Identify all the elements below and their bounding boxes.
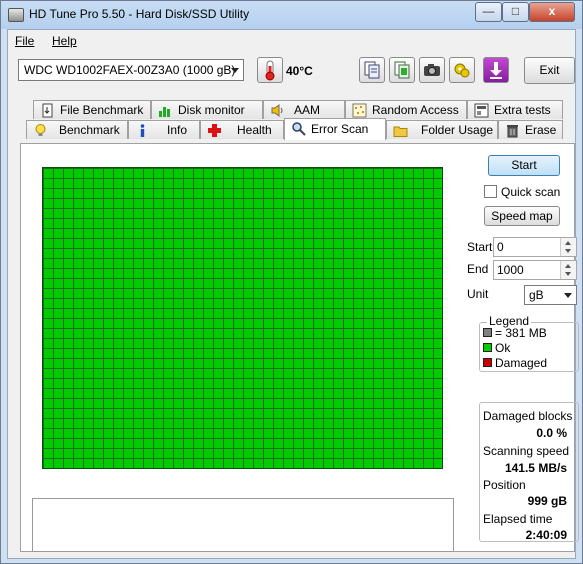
drive-select-value: WDC WD1002FAEX-00Z3A0 (1000 gB) (24, 63, 236, 77)
health-cross-icon (207, 123, 222, 138)
app-window: HD Tune Pro 5.50 - Hard Disk/SSD Utility… (0, 0, 583, 564)
temperature-icon (257, 57, 283, 83)
tab-random-access[interactable]: Random Access (345, 100, 467, 119)
copy-screenshot-icon[interactable] (389, 57, 415, 83)
tab-disk-monitor[interactable]: Disk monitor (151, 100, 263, 119)
window-title: HD Tune Pro 5.50 - Hard Disk/SSD Utility (29, 7, 250, 21)
chevron-down-icon (564, 293, 572, 298)
unit-select[interactable]: gB (524, 285, 577, 305)
file-benchmark-icon (40, 103, 55, 118)
block-map-cells (43, 168, 442, 468)
tab-erase[interactable]: Erase (498, 120, 563, 139)
client-area: File Help WDC WD1002FAEX-00Z3A0 (1000 gB… (7, 29, 579, 559)
tab-label: Disk monitor (178, 103, 245, 117)
copy-text-icon[interactable] (359, 57, 385, 83)
chevron-down-icon (231, 68, 239, 73)
save-icon[interactable] (483, 57, 509, 83)
position-value: 999 gB (527, 494, 567, 508)
tab-label: Erase (525, 123, 557, 137)
spin-arrows-icon[interactable] (560, 238, 576, 256)
spin-arrows-icon[interactable] (560, 261, 576, 279)
folder-icon (393, 123, 408, 138)
close-button[interactable]: x (529, 2, 575, 22)
tab-error-scan[interactable]: Error Scan (284, 118, 386, 140)
legend-label: Damaged (495, 356, 548, 370)
legend-item-block-size: = 381 MB (483, 326, 547, 340)
tab-extra-tests[interactable]: Extra tests (467, 100, 563, 119)
start-spinbox[interactable]: 0 (493, 237, 577, 257)
minimize-button[interactable]: — (475, 2, 502, 22)
damaged-blocks-label: Damaged blocks (483, 409, 573, 423)
drive-select[interactable]: WDC WD1002FAEX-00Z3A0 (1000 gB) (18, 59, 244, 81)
legend-item-damaged: Damaged (483, 356, 547, 370)
exit-button[interactable]: Exit (524, 57, 575, 84)
unit-select-value: gB (529, 288, 544, 302)
legend-label: Ok (495, 341, 511, 355)
temperature-value: 40°C (286, 64, 313, 78)
damaged-blocks-value: 0.0 % (536, 426, 567, 440)
error-scan-panel: Start Quick scan Speed map Start 0 End 1… (20, 143, 579, 552)
tab-label: Random Access (372, 103, 459, 117)
tab-file-benchmark[interactable]: File Benchmark (33, 100, 151, 119)
tab-label: Health (237, 123, 272, 137)
maximize-button[interactable]: □ (502, 2, 529, 22)
checkbox-box[interactable] (484, 185, 497, 198)
legend-item-ok: Ok (483, 341, 510, 355)
green-swatch-icon (483, 343, 492, 352)
tab-label: AAM (294, 103, 321, 117)
scan-log[interactable] (32, 498, 454, 552)
tab-label: File Benchmark (60, 103, 144, 117)
speaker-icon (270, 103, 285, 118)
menu-help[interactable]: Help (52, 34, 77, 48)
scanning-speed-value: 141.5 MB/s (504, 461, 567, 475)
tab-health[interactable]: Health (200, 120, 284, 139)
end-field-label: End (467, 262, 489, 276)
tab-aam[interactable]: AAM (263, 100, 345, 119)
legend-label: = 381 MB (495, 326, 547, 340)
end-spinbox-value: 1000 (497, 263, 524, 277)
magnifier-icon (291, 121, 306, 136)
tab-folder-usage[interactable]: Folder Usage (386, 120, 498, 139)
random-access-icon (352, 103, 367, 118)
tab-label: Error Scan (311, 122, 369, 136)
tab-label: Info (167, 123, 188, 137)
tab-label: Extra tests (494, 103, 551, 117)
start-spinbox-value: 0 (497, 240, 504, 254)
title-bar[interactable]: HD Tune Pro 5.50 - Hard Disk/SSD Utility… (1, 1, 582, 29)
extra-tests-icon (474, 103, 489, 118)
red-swatch-icon (483, 358, 492, 367)
tab-label: Folder Usage (421, 123, 494, 137)
menu-bar: File Help (8, 30, 575, 52)
bar-chart-icon (158, 103, 173, 118)
trash-icon (505, 123, 520, 138)
speed-map-button[interactable]: Speed map (484, 206, 560, 226)
position-label: Position (483, 478, 526, 492)
end-spinbox[interactable]: 1000 (493, 260, 577, 280)
tab-label: Benchmark (59, 123, 120, 137)
start-button[interactable]: Start (488, 155, 560, 176)
menu-file[interactable]: File (15, 34, 34, 48)
elapsed-time-label: Elapsed time (483, 512, 553, 526)
start-field-label: Start (467, 240, 493, 254)
hdtune-logo-icon (8, 8, 24, 22)
camera-icon[interactable] (419, 57, 445, 83)
tab-benchmark[interactable]: Benchmark (26, 120, 128, 139)
scanning-speed-label: Scanning speed (483, 444, 570, 458)
block-map (42, 167, 443, 469)
lightbulb-icon (33, 123, 48, 138)
elapsed-time-value: 2:40:09 (525, 528, 567, 542)
gray-swatch-icon (483, 328, 492, 337)
quick-scan-label: Quick scan (501, 185, 561, 199)
options-icon[interactable] (449, 57, 475, 83)
quick-scan-checkbox[interactable]: Quick scan (484, 185, 560, 199)
tab-info[interactable]: Info (128, 120, 200, 139)
unit-label: Unit (467, 287, 489, 301)
info-icon (135, 123, 150, 138)
